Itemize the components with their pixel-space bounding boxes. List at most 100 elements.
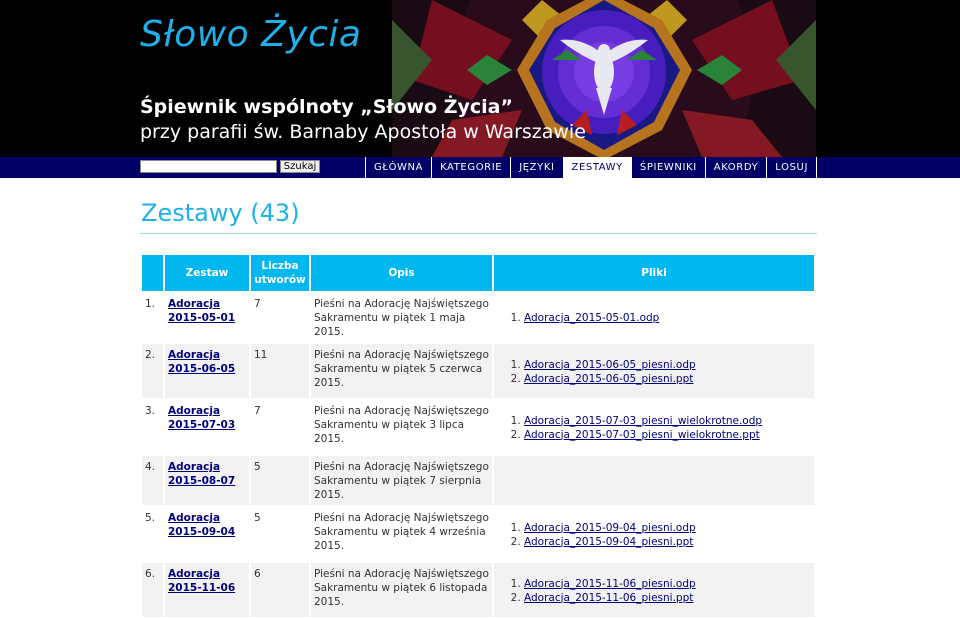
set-link-title[interactable]: Adoracja	[168, 349, 220, 361]
set-link-title[interactable]: Adoracja	[168, 568, 220, 580]
set-link-title[interactable]: Adoracja	[168, 405, 220, 417]
set-cell: Adoracja 2015-06-05	[165, 344, 249, 398]
table-row: 2. Adoracja 2015-06-05 11 Pieśni na Adora…	[142, 344, 814, 398]
files-cell	[494, 456, 814, 505]
row-number: 5.	[145, 512, 156, 524]
set-link[interactable]: Adoracja 2015-05-01	[168, 298, 235, 324]
file-list: Adoracja_2015-06-05_piesni.odp Adoracja_…	[514, 358, 811, 386]
set-link-title[interactable]: Adoracja	[168, 512, 220, 524]
column-header-liczba-line2: utworów	[254, 274, 306, 286]
list-item: Adoracja_2015-06-05_piesni.odp	[524, 358, 811, 372]
set-cell: Adoracja 2015-11-06	[165, 563, 249, 617]
set-description: Pieśni na Adorację Najświętszego Sakrame…	[314, 405, 489, 445]
header: Słowo Życia Śpiewnik wspólnoty „Słowo Ży…	[0, 0, 960, 157]
set-link-title[interactable]: Adoracja	[168, 298, 220, 310]
search-button[interactable]: Szukaj	[280, 160, 320, 173]
files-cell: Adoracja_2015-11-06_piesni.odp Adoracja_…	[494, 563, 814, 617]
set-link[interactable]: Adoracja 2015-07-03	[168, 405, 235, 431]
set-link-title[interactable]: Adoracja	[168, 461, 220, 473]
set-link-date[interactable]: 2015-06-05	[168, 363, 235, 375]
file-link[interactable]: Adoracja_2015-09-04_piesni.ppt	[524, 536, 693, 548]
song-count: 5	[254, 512, 261, 524]
table-row: 6. Adoracja 2015-11-06 6 Pieśni na Adorac…	[142, 563, 814, 617]
file-list: Adoracja_2015-09-04_piesni.odp Adoracja_…	[514, 521, 811, 549]
set-cell: Adoracja 2015-07-03	[165, 400, 249, 454]
column-header-liczba-line1: Liczba	[261, 260, 299, 272]
set-cell: Adoracja 2015-05-01	[165, 293, 249, 342]
file-link[interactable]: Adoracja_2015-11-06_piesni.ppt	[524, 592, 693, 604]
set-description: Pieśni na Adorację Najświętszego Sakrame…	[311, 563, 492, 617]
column-header-liczba: Liczba utworów	[251, 255, 309, 291]
list-item: Adoracja_2015-05-01.odp	[524, 311, 811, 325]
page-title: Zestawy (43)	[141, 199, 300, 227]
list-item: Adoracja_2015-06-05_piesni.ppt	[524, 372, 811, 386]
list-item: Adoracja_2015-11-06_piesni.odp	[524, 577, 811, 591]
song-count: 5	[251, 456, 309, 505]
song-count: 11	[251, 344, 309, 398]
search-input[interactable]	[140, 160, 277, 173]
file-link[interactable]: Adoracja_2015-06-05_piesni.odp	[524, 359, 696, 371]
set-link-date[interactable]: 2015-08-07	[168, 475, 235, 487]
nav-item-spiewniki[interactable]: ŚPIEWNIKI	[630, 157, 705, 178]
set-link-date[interactable]: 2015-11-06	[168, 582, 235, 594]
files-cell: Adoracja_2015-06-05_piesni.odp Adoracja_…	[494, 344, 814, 398]
files-cell: Adoracja_2015-09-04_piesni.odp Adoracja_…	[494, 507, 814, 561]
file-link[interactable]: Adoracja_2015-05-01.odp	[524, 312, 659, 324]
column-header-zestaw: Zestaw	[165, 255, 249, 291]
row-number: 2.	[142, 344, 163, 398]
set-link-date[interactable]: 2015-05-01	[168, 312, 235, 324]
set-link[interactable]: Adoracja 2015-08-07	[168, 461, 235, 487]
row-number: 4.	[142, 456, 163, 505]
row-number: 1.	[145, 298, 156, 310]
list-item: Adoracja_2015-07-03_piesni_wielokrotne.o…	[524, 414, 811, 428]
heading-divider	[140, 233, 817, 234]
column-header-opis: Opis	[311, 255, 492, 291]
set-description: Pieśni na Adorację Najświętszego Sakrame…	[311, 344, 492, 398]
set-cell: Adoracja 2015-09-04	[165, 507, 249, 561]
table-row: 5. Adoracja 2015-09-04 5 Pieśni na Adorac…	[142, 507, 814, 561]
table-row: 4. Adoracja 2015-08-07 5 Pieśni na Adorac…	[142, 456, 814, 505]
nav-item-glowna[interactable]: GŁÓWNA	[365, 157, 431, 178]
file-list: Adoracja_2015-07-03_piesni_wielokrotne.o…	[514, 414, 811, 442]
table-header-row: Zestaw Liczba utworów Opis Pliki	[142, 255, 814, 291]
table-row: 3. Adoracja 2015-07-03 7 Pieśni na Adorac…	[142, 400, 814, 454]
set-link[interactable]: Adoracja 2015-11-06	[168, 568, 235, 594]
files-cell: Adoracja_2015-07-03_piesni_wielokrotne.o…	[494, 400, 814, 454]
song-count: 6	[251, 563, 309, 617]
site-subtitle: Śpiewnik wspólnoty „Słowo Życia”	[140, 96, 513, 118]
set-description: Pieśni na Adorację Najświętszego Sakrame…	[311, 456, 492, 505]
list-item: Adoracja_2015-09-04_piesni.ppt	[524, 535, 811, 549]
sets-table: Zestaw Liczba utworów Opis Pliki 1. Ador…	[140, 253, 816, 619]
list-item: Adoracja_2015-09-04_piesni.odp	[524, 521, 811, 535]
list-item: Adoracja_2015-07-03_piesni_wielokrotne.p…	[524, 428, 811, 442]
file-link[interactable]: Adoracja_2015-07-03_piesni_wielokrotne.o…	[524, 415, 762, 427]
main-menu: GŁÓWNA KATEGORIE JĘZYKI ZESTAWY ŚPIEWNIK…	[365, 157, 817, 178]
set-link-date[interactable]: 2015-07-03	[168, 419, 235, 431]
column-header-number	[142, 255, 163, 291]
file-link[interactable]: Adoracja_2015-09-04_piesni.odp	[524, 522, 696, 534]
column-header-pliki: Pliki	[494, 255, 814, 291]
file-link[interactable]: Adoracja_2015-11-06_piesni.odp	[524, 578, 696, 590]
file-link[interactable]: Adoracja_2015-06-05_piesni.ppt	[524, 373, 693, 385]
set-link[interactable]: Adoracja 2015-06-05	[168, 349, 235, 375]
file-link[interactable]: Adoracja_2015-07-03_piesni_wielokrotne.p…	[524, 429, 760, 441]
nav-item-kategorie[interactable]: KATEGORIE	[431, 157, 510, 178]
table-row: 1. Adoracja 2015-05-01 7 Pieśni na Adorac…	[142, 293, 814, 342]
set-link[interactable]: Adoracja 2015-09-04	[168, 512, 235, 538]
row-number: 3.	[145, 405, 156, 417]
set-link-date[interactable]: 2015-09-04	[168, 526, 235, 538]
list-item: Adoracja_2015-11-06_piesni.ppt	[524, 591, 811, 605]
song-count: 7	[254, 298, 261, 310]
nav-item-akordy[interactable]: AKORDY	[704, 157, 767, 178]
song-count: 7	[254, 405, 261, 417]
site-title[interactable]: Słowo Życia	[140, 14, 361, 55]
set-cell: Adoracja 2015-08-07	[165, 456, 249, 505]
site-subtitle-parish: przy parafii św. Barnaby Apostoła w Wars…	[140, 121, 586, 143]
set-description: Pieśni na Adorację Najświętszego Sakrame…	[314, 512, 489, 552]
nav-item-jezyki[interactable]: JĘZYKI	[510, 157, 562, 178]
file-list: Adoracja_2015-05-01.odp	[514, 311, 811, 325]
set-description: Pieśni na Adorację Najświętszego Sakrame…	[314, 298, 489, 338]
navigation-bar: Szukaj GŁÓWNA KATEGORIE JĘZYKI ZESTAWY Ś…	[0, 157, 960, 178]
nav-item-losuj[interactable]: LOSUJ	[766, 157, 817, 178]
nav-item-zestawy[interactable]: ZESTAWY	[562, 157, 631, 178]
